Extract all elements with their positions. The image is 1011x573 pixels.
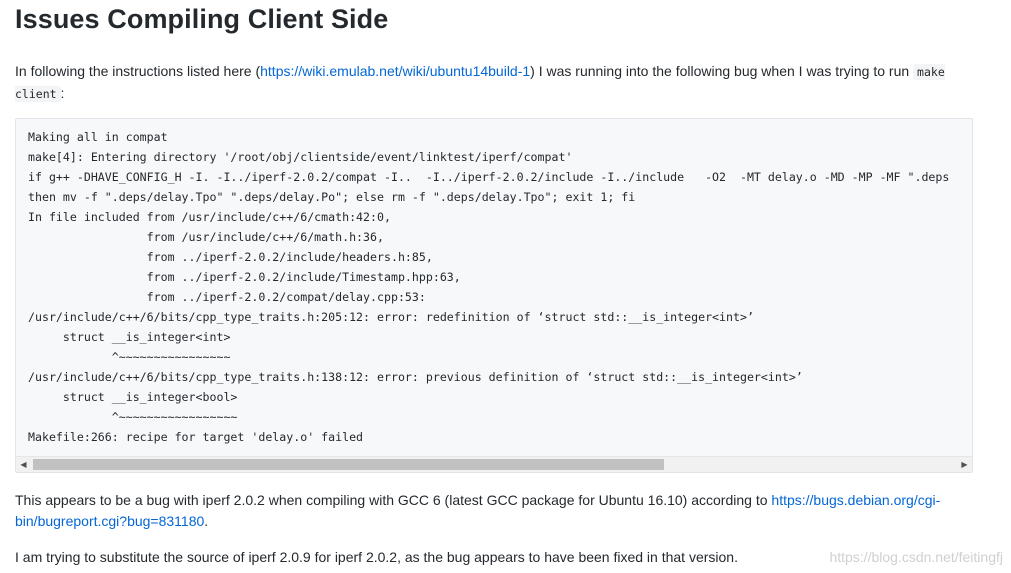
code-line: /usr/include/c++/6/bits/cpp_type_traits.… — [28, 370, 803, 384]
intro-text: In following the instructions listed her… — [15, 63, 261, 79]
page-title: Issues Compiling Client Side — [15, 4, 389, 34]
code-line: from ../iperf-2.0.2/include/Timestamp.hp… — [28, 270, 461, 284]
bug-paragraph: This appears to be a bug with iperf 2.0.… — [15, 490, 973, 532]
code-line: /usr/include/c++/6/bits/cpp_type_traits.… — [28, 310, 754, 324]
code-line: from ../iperf-2.0.2/include/headers.h:85… — [28, 250, 433, 264]
horizontal-scrollbar[interactable]: ◀ ▶ — [16, 456, 972, 472]
code-line: struct __is_integer<bool> — [28, 390, 238, 404]
code-line: struct __is_integer<int> — [28, 330, 231, 344]
code-line: then mv -f ".deps/delay.Tpo" ".deps/dela… — [28, 190, 636, 204]
watermark: https://blog.csdn.net/feitingfj — [829, 549, 1003, 565]
code-line: make[4]: Entering directory '/root/obj/c… — [28, 150, 573, 164]
code-line: ^~~~~~~~~~~~~~~~~ — [28, 350, 231, 364]
intro-text-after: ) I was running into the following bug w… — [530, 63, 914, 79]
code-line: from ../iperf-2.0.2/compat/delay.cpp:53: — [28, 290, 426, 304]
wiki-link[interactable]: https://wiki.emulab.net/wiki/ubuntu14bui… — [260, 63, 530, 79]
code-line: Makefile:266: recipe for target 'delay.o… — [28, 430, 364, 444]
scroll-left-icon[interactable]: ◀ — [16, 457, 31, 472]
code-line: In file included from /usr/include/c++/6… — [28, 210, 391, 224]
bug-end: . — [204, 513, 209, 529]
intro-paragraph: In following the instructions listed her… — [15, 61, 973, 105]
code-line: if g++ -DHAVE_CONFIG_H -I. -I../iperf-2.… — [28, 170, 950, 184]
scrollbar-thumb[interactable] — [33, 459, 664, 470]
code-line: Making all in compat — [28, 130, 168, 144]
code-line: from /usr/include/c++/6/math.h:36, — [28, 230, 384, 244]
bug-text: This appears to be a bug with iperf 2.0.… — [15, 492, 772, 508]
scroll-right-icon[interactable]: ▶ — [957, 457, 972, 472]
code-pre: Making all in compat make[4]: Entering di… — [28, 127, 972, 447]
code-line: ^~~~~~~~~~~~~~~~~~ — [28, 410, 238, 424]
intro-end: : — [60, 85, 65, 101]
code-block[interactable]: Making all in compat make[4]: Entering di… — [15, 118, 973, 473]
